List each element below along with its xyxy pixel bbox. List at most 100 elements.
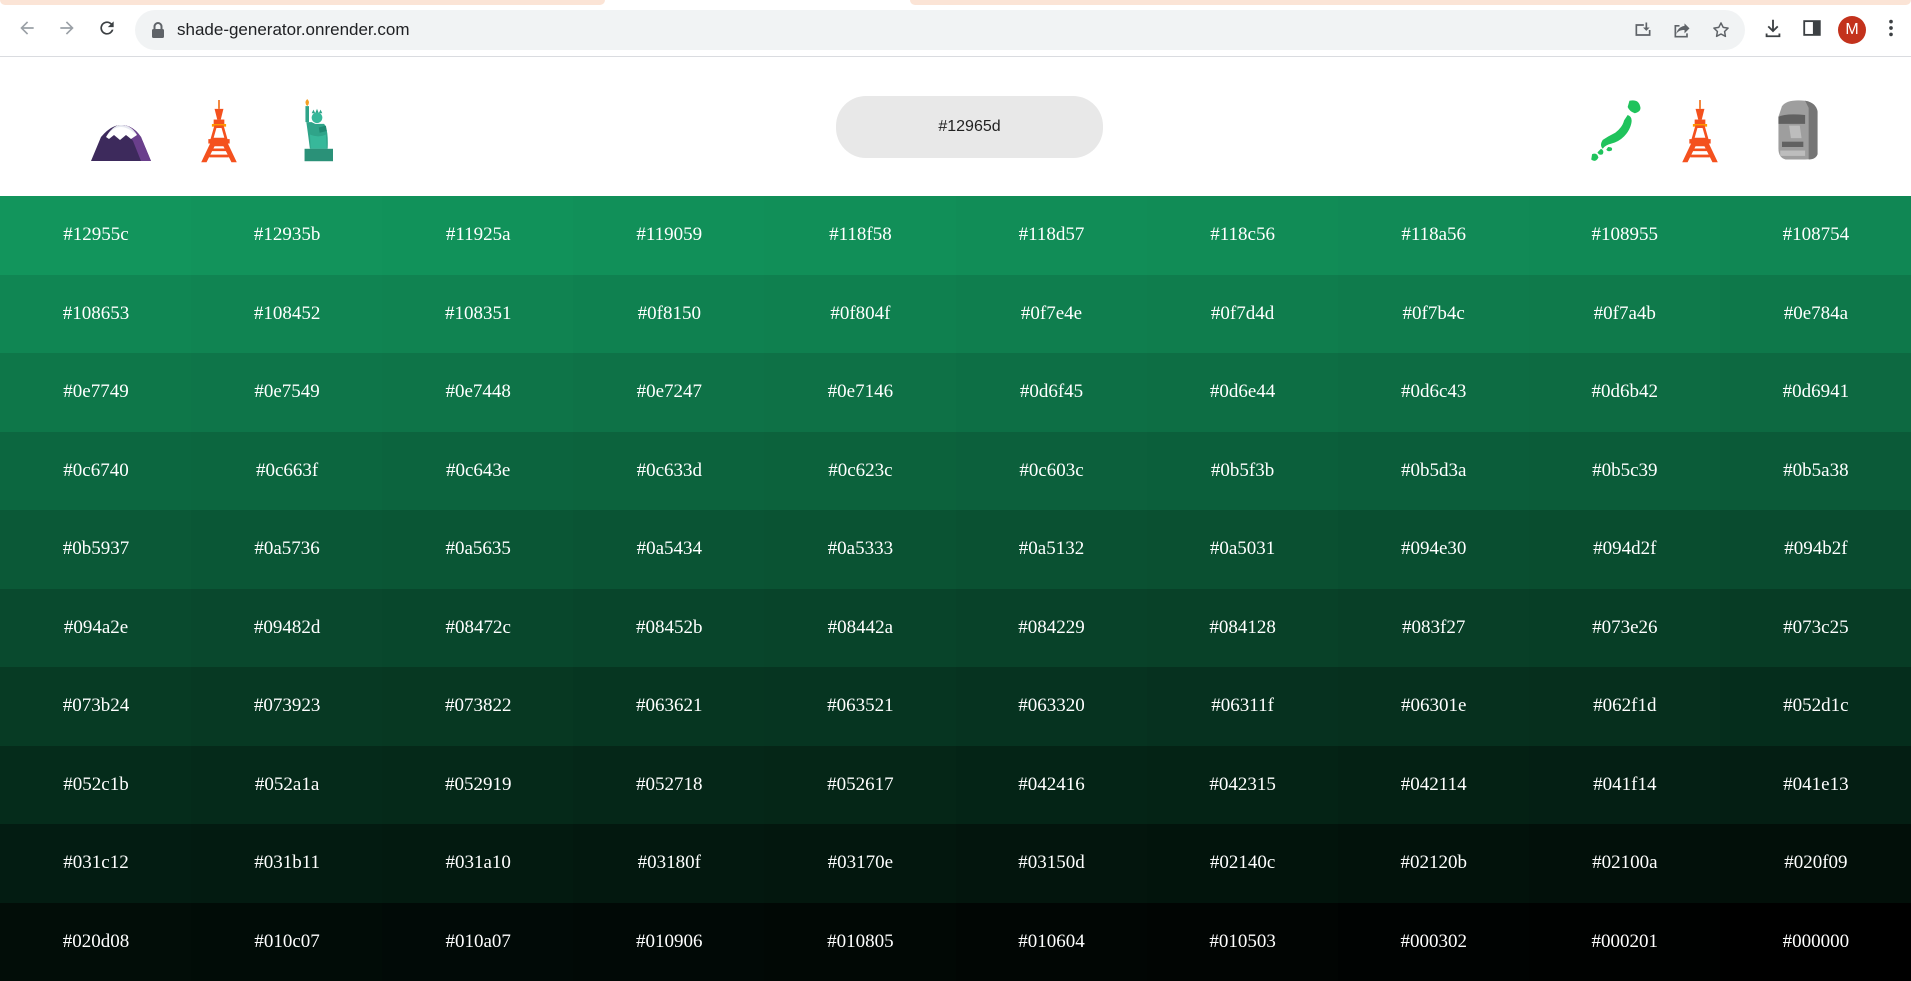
shade-swatch[interactable]: #063521 — [764, 667, 957, 746]
shade-swatch[interactable]: #0b5937 — [0, 510, 192, 589]
shade-swatch[interactable]: #0c633d — [573, 431, 766, 510]
shade-swatch[interactable]: #010805 — [764, 902, 957, 981]
shade-swatch[interactable]: #118f58 — [764, 196, 957, 275]
address-bar[interactable]: shade-generator.onrender.com — [135, 10, 1745, 50]
shade-swatch[interactable]: #0a5132 — [955, 510, 1148, 589]
shade-swatch[interactable]: #0f7e4e — [955, 274, 1148, 353]
shade-swatch[interactable]: #0f7a4b — [1528, 274, 1721, 353]
shade-swatch[interactable]: #063621 — [573, 667, 766, 746]
shade-swatch[interactable]: #08452b — [573, 588, 766, 667]
shade-swatch[interactable]: #031a10 — [382, 824, 575, 903]
shade-swatch[interactable]: #010a07 — [382, 902, 575, 981]
shade-swatch[interactable]: #031c12 — [0, 824, 192, 903]
shade-swatch[interactable]: #094a2e — [0, 588, 192, 667]
shade-swatch[interactable]: #073b24 — [0, 667, 192, 746]
shade-swatch[interactable]: #041f14 — [1528, 745, 1721, 824]
shade-swatch[interactable]: #052c1b — [0, 745, 192, 824]
shade-swatch[interactable]: #042416 — [955, 745, 1148, 824]
shade-swatch[interactable]: #073e26 — [1528, 588, 1721, 667]
shade-swatch[interactable]: #02100a — [1528, 824, 1721, 903]
shade-swatch[interactable]: #094b2f — [1719, 510, 1911, 589]
shade-swatch[interactable]: #073822 — [382, 667, 575, 746]
shade-swatch[interactable]: #010906 — [573, 902, 766, 981]
shade-swatch[interactable]: #094e30 — [1337, 510, 1530, 589]
shade-swatch[interactable]: #108351 — [382, 274, 575, 353]
shade-swatch[interactable]: #0b5a38 — [1719, 431, 1911, 510]
shade-swatch[interactable]: #0c6740 — [0, 431, 192, 510]
shade-swatch[interactable]: #09482d — [191, 588, 384, 667]
shade-swatch[interactable]: #0a5635 — [382, 510, 575, 589]
shade-swatch[interactable]: #000201 — [1528, 902, 1721, 981]
shade-swatch[interactable]: #083f27 — [1337, 588, 1530, 667]
url-text[interactable]: shade-generator.onrender.com — [177, 10, 410, 50]
shade-swatch[interactable]: #0f7b4c — [1337, 274, 1530, 353]
shade-swatch[interactable]: #084128 — [1146, 588, 1339, 667]
shade-swatch[interactable]: #0e7749 — [0, 353, 192, 432]
shade-swatch[interactable]: #0a5434 — [573, 510, 766, 589]
reload-button[interactable] — [91, 12, 123, 44]
shade-swatch[interactable]: #0a5736 — [191, 510, 384, 589]
shade-swatch[interactable]: #0f804f — [764, 274, 957, 353]
shade-swatch[interactable]: #0d6f45 — [955, 353, 1148, 432]
shade-swatch[interactable]: #11925a — [382, 196, 575, 275]
shade-swatch[interactable]: #0e7247 — [573, 353, 766, 432]
share-button[interactable] — [1671, 19, 1693, 41]
shade-swatch[interactable]: #0c603c — [955, 431, 1148, 510]
browser-menu-button[interactable] — [1879, 16, 1903, 40]
shade-swatch[interactable]: #073923 — [191, 667, 384, 746]
shade-swatch[interactable]: #031b11 — [191, 824, 384, 903]
shade-swatch[interactable]: #063320 — [955, 667, 1148, 746]
shade-swatch[interactable]: #108452 — [191, 274, 384, 353]
shade-swatch[interactable]: #108754 — [1719, 196, 1911, 275]
shade-swatch[interactable]: #052919 — [382, 745, 575, 824]
shade-swatch[interactable]: #118a56 — [1337, 196, 1530, 275]
shade-swatch[interactable]: #0d6941 — [1719, 353, 1911, 432]
shade-swatch[interactable]: #0d6c43 — [1337, 353, 1530, 432]
install-app-button[interactable] — [1632, 19, 1654, 41]
shade-swatch[interactable]: #0b5c39 — [1528, 431, 1721, 510]
shade-swatch[interactable]: #062f1d — [1528, 667, 1721, 746]
shade-swatch[interactable]: #073c25 — [1719, 588, 1911, 667]
shade-swatch[interactable]: #042114 — [1337, 745, 1530, 824]
shade-swatch[interactable]: #02140c — [1146, 824, 1339, 903]
shade-swatch[interactable]: #119059 — [573, 196, 766, 275]
side-panel-button[interactable] — [1800, 16, 1824, 40]
forward-button[interactable] — [51, 12, 83, 44]
shade-swatch[interactable]: #094d2f — [1528, 510, 1721, 589]
shade-swatch[interactable]: #084229 — [955, 588, 1148, 667]
shade-swatch[interactable]: #108653 — [0, 274, 192, 353]
shade-swatch[interactable]: #0c663f — [191, 431, 384, 510]
shade-swatch[interactable]: #052718 — [573, 745, 766, 824]
shade-swatch[interactable]: #0a5333 — [764, 510, 957, 589]
shade-swatch[interactable]: #08472c — [382, 588, 575, 667]
shade-swatch[interactable]: #042315 — [1146, 745, 1339, 824]
shade-swatch[interactable]: #010503 — [1146, 902, 1339, 981]
shade-swatch[interactable]: #0a5031 — [1146, 510, 1339, 589]
shade-swatch[interactable]: #0d6e44 — [1146, 353, 1339, 432]
shade-swatch[interactable]: #06311f — [1146, 667, 1339, 746]
shade-swatch[interactable]: #020f09 — [1719, 824, 1911, 903]
shade-swatch[interactable]: #052617 — [764, 745, 957, 824]
shade-swatch[interactable]: #020d08 — [0, 902, 192, 981]
shade-swatch[interactable]: #0e7448 — [382, 353, 575, 432]
shade-swatch[interactable]: #052a1a — [191, 745, 384, 824]
shade-swatch[interactable]: #118d57 — [955, 196, 1148, 275]
shade-swatch[interactable]: #052d1c — [1719, 667, 1911, 746]
shade-swatch[interactable]: #12935b — [191, 196, 384, 275]
inactive-tab[interactable] — [910, 0, 1911, 5]
shade-swatch[interactable]: #03150d — [955, 824, 1148, 903]
shade-swatch[interactable]: #03170e — [764, 824, 957, 903]
shade-swatch[interactable]: #0b5d3a — [1337, 431, 1530, 510]
shade-swatch[interactable]: #000000 — [1719, 902, 1911, 981]
shade-swatch[interactable]: #000302 — [1337, 902, 1530, 981]
bookmark-button[interactable] — [1710, 19, 1732, 41]
shade-swatch[interactable]: #0b5f3b — [1146, 431, 1339, 510]
shade-swatch[interactable]: #010604 — [955, 902, 1148, 981]
shade-swatch[interactable]: #0c623c — [764, 431, 957, 510]
downloads-button[interactable] — [1761, 16, 1785, 40]
shade-swatch[interactable]: #0e7549 — [191, 353, 384, 432]
shade-swatch[interactable]: #108955 — [1528, 196, 1721, 275]
shade-swatch[interactable]: #06301e — [1337, 667, 1530, 746]
shade-swatch[interactable]: #12955c — [0, 196, 192, 275]
shade-swatch[interactable]: #010c07 — [191, 902, 384, 981]
